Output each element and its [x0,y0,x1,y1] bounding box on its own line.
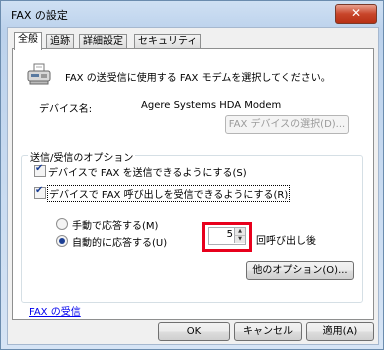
apply-button[interactable]: 適用(A) [306,322,374,341]
tab-security[interactable]: セキュリティ [134,34,202,49]
tab-tracking[interactable]: 追跡 [46,34,74,49]
rings-suffix-label: 回呼び出し後 [256,236,316,247]
rings-stepper[interactable]: 5 ▲ ▼ [208,227,246,245]
spin-up-icon[interactable]: ▲ [234,228,245,236]
send-receive-options-group: 送信/受信のオプション デバイスで FAX を送信できるようにする(S) デバイ… [21,149,363,303]
tab-general[interactable]: 全般 [14,32,42,50]
general-panel: FAX の送受信に使用する FAX モデムを選択してください。 デバイス名: A… [12,48,374,320]
cancel-button[interactable]: キャンセル [234,322,302,341]
title-bar[interactable]: FAX の設定 ✕ [1,1,383,27]
fax-receive-link[interactable]: FAX の受信 [29,303,81,318]
send-fax-checkbox[interactable] [34,163,46,177]
close-icon[interactable]: ✕ [335,4,377,24]
send-fax-label[interactable]: デバイスで FAX を送信できるようにする(S) [48,164,247,179]
device-name-value: Agere Systems HDA Modem [141,100,282,111]
select-fax-device-button[interactable]: FAX デバイスの選択(D)... [225,115,349,134]
manual-answer-label[interactable]: 手動で応答する(M) [72,217,158,232]
description-text: FAX の送受信に使用する FAX モデムを選択してください。 [65,73,331,84]
dialog-client: 全般 追跡 詳細設定 セキュリティ FAX の送受信に使用する FAX モデムを… [7,27,379,345]
manual-answer-radio[interactable] [56,218,68,230]
rings-value[interactable]: 5 [227,229,233,240]
device-name-label: デバイス名: [39,104,93,115]
group-label: 送信/受信のオプション [28,149,136,164]
receive-fax-label[interactable]: デバイスで FAX 呼び出しを受信できるようにする(R) [47,185,291,202]
auto-answer-label[interactable]: 自動的に応答する(U) [72,234,167,249]
spin-down-icon[interactable]: ▼ [234,236,245,243]
auto-answer-radio[interactable] [56,235,68,247]
more-options-button[interactable]: 他のオプション(O)... [246,261,354,280]
tab-advanced[interactable]: 詳細設定 [79,34,127,49]
fax-settings-window: FAX の設定 ✕ 全般 追跡 詳細設定 セキュリティ FAX の送受信に使用す… [0,0,384,350]
fax-machine-icon [27,63,51,85]
window-title: FAX の設定 [11,9,68,22]
receive-fax-checkbox[interactable] [34,185,46,199]
ok-button[interactable]: OK [158,322,230,341]
